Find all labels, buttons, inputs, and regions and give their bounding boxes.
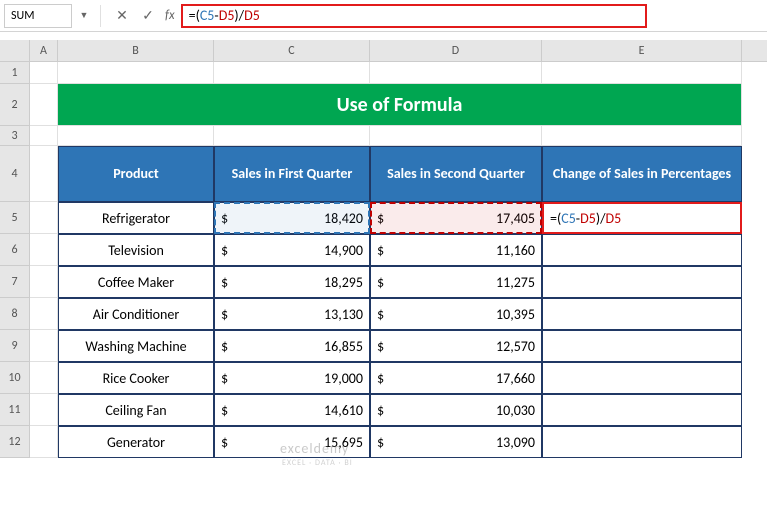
cell-change[interactable] bbox=[542, 362, 742, 394]
fx-icon[interactable]: fx bbox=[165, 8, 175, 23]
header-product[interactable]: Product bbox=[58, 146, 214, 202]
column-headers: A B C D E bbox=[0, 40, 767, 62]
cell-change[interactable] bbox=[542, 266, 742, 298]
cell-q2[interactable]: $10,395 bbox=[370, 298, 542, 330]
cell-q1[interactable]: $18,295 bbox=[214, 266, 370, 298]
cell-product[interactable]: Refrigerator bbox=[58, 202, 214, 234]
cell-change[interactable] bbox=[542, 330, 742, 362]
cell-b3[interactable] bbox=[58, 126, 214, 146]
cell-a8[interactable] bbox=[30, 298, 58, 330]
row-headers: 1 2 3 4 5 6 7 8 9 10 11 12 bbox=[0, 62, 30, 458]
row-header-6[interactable]: 6 bbox=[0, 234, 30, 266]
cell-c3[interactable] bbox=[214, 126, 370, 146]
cell-formula-d5b: D5 bbox=[605, 210, 621, 227]
watermark-sub: EXCEL · DATA · BI bbox=[282, 458, 353, 468]
row-header-4[interactable]: 4 bbox=[0, 146, 30, 202]
formula-eq: = bbox=[189, 7, 196, 24]
cell-q1[interactable]: $18,420 bbox=[214, 202, 370, 234]
formula-ref-d5b: D5 bbox=[244, 7, 260, 24]
cell-product[interactable]: Washing Machine bbox=[58, 330, 214, 362]
cell-a2[interactable] bbox=[30, 84, 58, 126]
col-header-d[interactable]: D bbox=[370, 40, 542, 61]
cell-product[interactable]: Rice Cooker bbox=[58, 362, 214, 394]
cell-a3[interactable] bbox=[30, 126, 58, 146]
cell-formula-c5: C5 bbox=[561, 210, 576, 227]
formula-ref-c5: C5 bbox=[200, 7, 215, 24]
cell-a7[interactable] bbox=[30, 266, 58, 298]
cell-q1[interactable]: $14,610 bbox=[214, 394, 370, 426]
cell-product[interactable]: Coffee Maker bbox=[58, 266, 214, 298]
cell-d3[interactable] bbox=[370, 126, 542, 146]
row-header-7[interactable]: 7 bbox=[0, 266, 30, 298]
cell-a12[interactable] bbox=[30, 426, 58, 458]
cell-q1[interactable]: $14,900 bbox=[214, 234, 370, 266]
cell-a11[interactable] bbox=[30, 394, 58, 426]
cell-a1[interactable] bbox=[30, 62, 58, 84]
cell-product[interactable]: Television bbox=[58, 234, 214, 266]
cancel-icon[interactable]: ✕ bbox=[109, 3, 135, 29]
cell-product[interactable]: Generator bbox=[58, 426, 214, 458]
header-q2[interactable]: Sales in Second Quarter bbox=[370, 146, 542, 202]
cells-grid: Use of Formula Product Sales in First Qu… bbox=[30, 62, 742, 458]
header-q1[interactable]: Sales in First Quarter bbox=[214, 146, 370, 202]
col-header-a[interactable]: A bbox=[30, 40, 58, 61]
cell-c1[interactable] bbox=[214, 62, 370, 84]
row-header-8[interactable]: 8 bbox=[0, 298, 30, 330]
cell-q2[interactable]: $17,405 bbox=[370, 202, 542, 234]
cell-a9[interactable] bbox=[30, 330, 58, 362]
col-header-b[interactable]: B bbox=[58, 40, 214, 61]
cell-a6[interactable] bbox=[30, 234, 58, 266]
row-header-10[interactable]: 10 bbox=[0, 362, 30, 394]
name-box[interactable]: SUM bbox=[4, 4, 72, 28]
select-all-corner[interactable] bbox=[0, 40, 30, 61]
cell-q2[interactable]: $17,660 bbox=[370, 362, 542, 394]
formula-input[interactable]: =(C5-D5)/D5 bbox=[181, 4, 647, 28]
cell-q1[interactable]: $16,855 bbox=[214, 330, 370, 362]
row-header-11[interactable]: 11 bbox=[0, 394, 30, 426]
cell-change[interactable] bbox=[542, 394, 742, 426]
header-change[interactable]: Change of Sales in Percentages bbox=[542, 146, 742, 202]
cell-q1[interactable]: $13,130 bbox=[214, 298, 370, 330]
name-box-dropdown-icon[interactable]: ▼ bbox=[76, 10, 92, 21]
cell-a4[interactable] bbox=[30, 146, 58, 202]
cell-formula-eq: = bbox=[550, 210, 557, 227]
cell-d1[interactable] bbox=[370, 62, 542, 84]
cell-q2[interactable]: $10,030 bbox=[370, 394, 542, 426]
cell-q2[interactable]: $12,570 bbox=[370, 330, 542, 362]
cell-q2[interactable]: $13,090 bbox=[370, 426, 542, 458]
editing-cell-e5[interactable]: =(C5-D5)/D5 bbox=[542, 202, 742, 234]
row-header-1[interactable]: 1 bbox=[0, 62, 30, 84]
name-box-value: SUM bbox=[11, 9, 34, 23]
cell-change[interactable] bbox=[542, 298, 742, 330]
cell-q2[interactable]: $11,160 bbox=[370, 234, 542, 266]
cell-change[interactable] bbox=[542, 234, 742, 266]
cell-q1[interactable]: $19,000 bbox=[214, 362, 370, 394]
cell-a5[interactable] bbox=[30, 202, 58, 234]
accept-icon[interactable]: ✓ bbox=[135, 3, 161, 29]
cell-product[interactable]: Air Conditioner bbox=[58, 298, 214, 330]
cell-b1[interactable] bbox=[58, 62, 214, 84]
row-header-5[interactable]: 5 bbox=[0, 202, 30, 234]
cell-product[interactable]: Ceiling Fan bbox=[58, 394, 214, 426]
col-header-c[interactable]: C bbox=[214, 40, 370, 61]
cell-q2[interactable]: $11,275 bbox=[370, 266, 542, 298]
cell-a10[interactable] bbox=[30, 362, 58, 394]
cell-e3[interactable] bbox=[542, 126, 742, 146]
cell-change[interactable] bbox=[542, 426, 742, 458]
row-header-2[interactable]: 2 bbox=[0, 84, 30, 126]
cell-q1[interactable]: $15,695 bbox=[214, 426, 370, 458]
row-header-12[interactable]: 12 bbox=[0, 426, 30, 458]
divider bbox=[100, 5, 101, 27]
cell-e1[interactable] bbox=[542, 62, 742, 84]
row-header-3[interactable]: 3 bbox=[0, 126, 30, 146]
formula-bar: SUM ▼ ✕ ✓ fx =(C5-D5)/D5 bbox=[0, 0, 767, 32]
formula-ref-d5a: D5 bbox=[219, 7, 235, 24]
row-header-9[interactable]: 9 bbox=[0, 330, 30, 362]
cell-formula-d5a: D5 bbox=[580, 210, 596, 227]
title-cell[interactable]: Use of Formula bbox=[58, 84, 742, 126]
col-header-e[interactable]: E bbox=[542, 40, 742, 61]
